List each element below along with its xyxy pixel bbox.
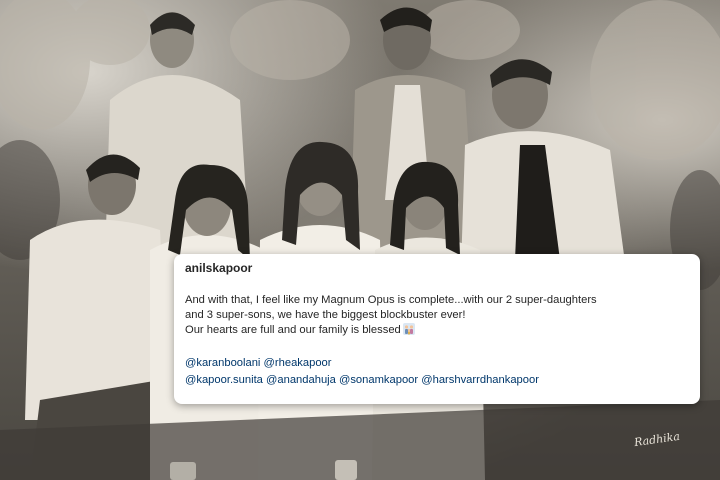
caption-line-1: And with that, I feel like my Magnum Opu…	[185, 294, 597, 306]
post-caption: And with that, I feel like my Magnum Opu…	[185, 293, 689, 338]
family-photo: Radhika	[0, 0, 720, 480]
mention-link-anandahuja[interactable]: @anandahuja	[266, 374, 336, 386]
mention-link-harshvarrdhankapoor[interactable]: @harshvarrdhankapoor	[421, 374, 539, 386]
post-mentions: @karanboolani @rheakapoor @kapoor.sunita…	[185, 355, 689, 389]
mention-link-karanboolani[interactable]: @karanboolani	[185, 357, 260, 369]
caption-line-3-text: Our hearts are full and our family is bl…	[185, 324, 401, 336]
photo-illustration	[0, 0, 720, 480]
mention-link-rheakapoor[interactable]: @rheakapoor	[264, 357, 332, 369]
mentions-row-1: @karanboolani @rheakapoor	[185, 355, 689, 372]
family-emoji-icon	[402, 323, 415, 335]
mentions-row-2: @kapoor.sunita @anandahuja @sonamkapoor …	[185, 372, 689, 389]
instagram-caption-card: anilskapoor And with that, I feel like m…	[174, 254, 700, 404]
post-username[interactable]: anilskapoor	[185, 261, 689, 275]
caption-line-2: and 3 super-sons, we have the biggest bl…	[185, 309, 466, 321]
mention-link-kapoor-sunita[interactable]: @kapoor.sunita	[185, 374, 263, 386]
caption-line-3: Our hearts are full and our family is bl…	[185, 323, 689, 338]
mention-link-sonamkapoor[interactable]: @sonamkapoor	[339, 374, 418, 386]
